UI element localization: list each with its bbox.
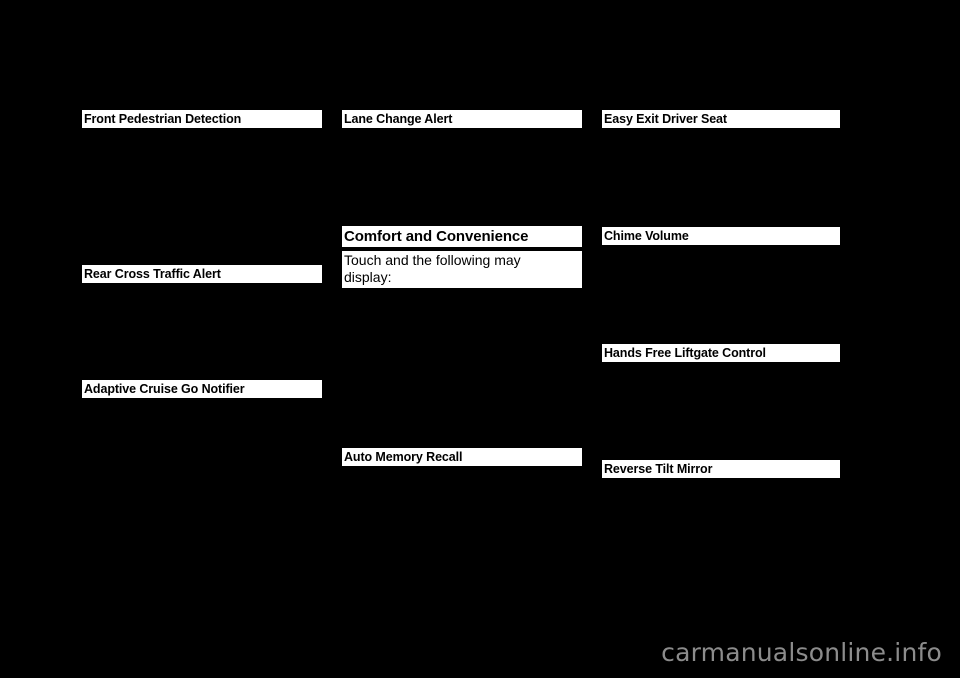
section-heading-text: Comfort and Convenience: [344, 228, 529, 245]
section-heading-comfort-and-convenience: Comfort and Convenience: [342, 226, 582, 247]
heading-rear-cross-traffic-alert: Rear Cross Traffic Alert: [82, 265, 322, 283]
heading-text: Reverse Tilt Mirror: [604, 462, 713, 476]
heading-text: Chime Volume: [604, 229, 689, 243]
manual-page: Front Pedestrian Detection Rear Cross Tr…: [0, 0, 960, 678]
heading-auto-memory-recall: Auto Memory Recall: [342, 448, 582, 466]
heading-adaptive-cruise-go-notifier: Adaptive Cruise Go Notifier: [82, 380, 322, 398]
body-text-touch-instruction: Touch and the following may display:: [342, 251, 582, 288]
column-1: Front Pedestrian Detection Rear Cross Tr…: [82, 0, 322, 678]
heading-easy-exit-driver-seat: Easy Exit Driver Seat: [602, 110, 840, 128]
body-text-line-2: display:: [344, 269, 392, 285]
heading-front-pedestrian-detection: Front Pedestrian Detection: [82, 110, 322, 128]
heading-hands-free-liftgate-control: Hands Free Liftgate Control: [602, 344, 840, 362]
heading-text: Hands Free Liftgate Control: [604, 346, 766, 360]
heading-reverse-tilt-mirror: Reverse Tilt Mirror: [602, 460, 840, 478]
heading-lane-change-alert: Lane Change Alert: [342, 110, 582, 128]
heading-text: Lane Change Alert: [344, 112, 453, 126]
column-3: Easy Exit Driver Seat Chime Volume Hands…: [602, 0, 840, 678]
heading-chime-volume: Chime Volume: [602, 227, 840, 245]
heading-text: Adaptive Cruise Go Notifier: [84, 382, 245, 396]
watermark: carmanualsonline.info: [661, 638, 942, 667]
column-2: Lane Change Alert Comfort and Convenienc…: [342, 0, 582, 678]
heading-text: Front Pedestrian Detection: [84, 112, 242, 126]
heading-text: Rear Cross Traffic Alert: [84, 267, 221, 281]
heading-text: Easy Exit Driver Seat: [604, 112, 727, 126]
body-text-line-1: Touch and the following may: [344, 252, 521, 268]
heading-text: Auto Memory Recall: [344, 450, 463, 464]
